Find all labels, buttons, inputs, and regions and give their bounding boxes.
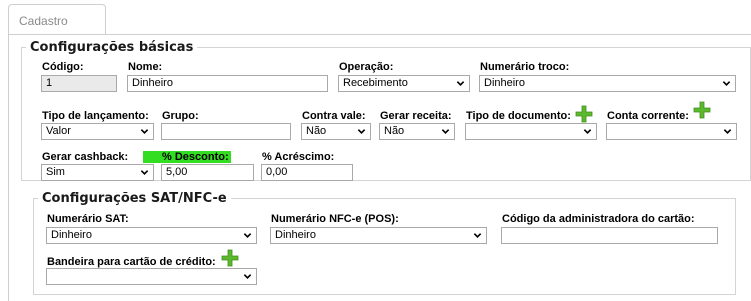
desconto-input[interactable]: 5,00	[161, 164, 254, 181]
nome-label: Nome:	[128, 61, 163, 73]
numerario-nfce-value: Dinheiro	[275, 229, 316, 241]
numerario-nfce-label: Numerário NFC-e (POS):	[271, 213, 399, 225]
acrescimo-input[interactable]: 0,00	[261, 164, 353, 181]
chevron-down-icon	[140, 170, 149, 175]
plus-icon[interactable]	[693, 101, 711, 119]
conta-corrente-label: Conta corrente:	[607, 110, 689, 122]
bandeira-label: Bandeira para cartão de crédito:	[47, 256, 216, 268]
desconto-label: % Desconto:	[143, 151, 231, 163]
grupo-label: Grupo:	[162, 110, 199, 122]
tipo-documento-label: Tipo de documento:	[466, 110, 571, 122]
numerario-sat-select[interactable]: Dinheiro	[46, 227, 257, 244]
conta-corrente-select[interactable]	[606, 123, 737, 140]
chevron-down-icon	[583, 129, 592, 134]
codigo-administradora-input[interactable]	[501, 227, 718, 244]
sat-settings-legend: Configurações SAT/NFC-e	[42, 191, 227, 206]
operacao-label: Operação:	[339, 61, 394, 73]
gerar-receita-select[interactable]: Não	[379, 123, 455, 140]
gerar-receita-value: Não	[384, 125, 405, 137]
chevron-down-icon	[243, 274, 252, 279]
codigo-label: Código:	[42, 61, 84, 73]
grupo-input[interactable]	[161, 123, 291, 140]
numerario-troco-label: Numerário troco:	[480, 61, 570, 73]
numerario-sat-label: Numerário SAT:	[47, 213, 129, 225]
numerario-sat-value: Dinheiro	[51, 229, 92, 241]
chevron-down-icon	[456, 81, 465, 86]
codigo-field: 1	[41, 75, 117, 92]
basic-settings-legend: Configurações básicas	[30, 40, 194, 55]
contra-vale-label: Contra vale:	[302, 110, 366, 122]
chevron-down-icon	[441, 129, 450, 134]
tab-cadastro[interactable]: Cadastro	[8, 4, 106, 35]
tipo-lancamento-label: Tipo de lançamento:	[42, 110, 149, 122]
operacao-value: Recebimento	[343, 77, 408, 89]
codigo-administradora-label: Código da administradora do cartão:	[502, 213, 695, 225]
numerario-troco-select[interactable]: Dinheiro	[479, 75, 736, 92]
operacao-select[interactable]: Recebimento	[338, 75, 470, 92]
acrescimo-label: % Acréscimo:	[262, 151, 335, 163]
chevron-down-icon	[723, 129, 732, 134]
tab-label: Cadastro	[19, 14, 68, 28]
numerario-nfce-select[interactable]: Dinheiro	[270, 227, 487, 244]
numerario-troco-value: Dinheiro	[484, 77, 525, 89]
chevron-down-icon	[243, 233, 252, 238]
gerar-receita-label: Gerar receita:	[380, 110, 452, 122]
tipo-documento-select[interactable]	[465, 123, 597, 140]
gerar-cashback-select[interactable]: Sim	[41, 164, 154, 181]
chevron-down-icon	[473, 233, 482, 238]
plus-icon[interactable]	[221, 249, 239, 267]
chevron-down-icon	[722, 81, 731, 86]
bandeira-select[interactable]	[46, 268, 257, 285]
gerar-cashback-label: Gerar cashback:	[42, 151, 129, 163]
nome-input[interactable]: Dinheiro	[127, 75, 328, 92]
tipo-lancamento-select[interactable]: Valor	[41, 123, 154, 140]
contra-vale-select[interactable]: Não	[301, 123, 371, 140]
chevron-down-icon	[357, 129, 366, 134]
tipo-lancamento-value: Valor	[46, 125, 71, 137]
gerar-cashback-value: Sim	[46, 166, 65, 178]
contra-vale-value: Não	[306, 125, 327, 137]
chevron-down-icon	[140, 129, 149, 134]
plus-icon[interactable]	[575, 105, 593, 123]
